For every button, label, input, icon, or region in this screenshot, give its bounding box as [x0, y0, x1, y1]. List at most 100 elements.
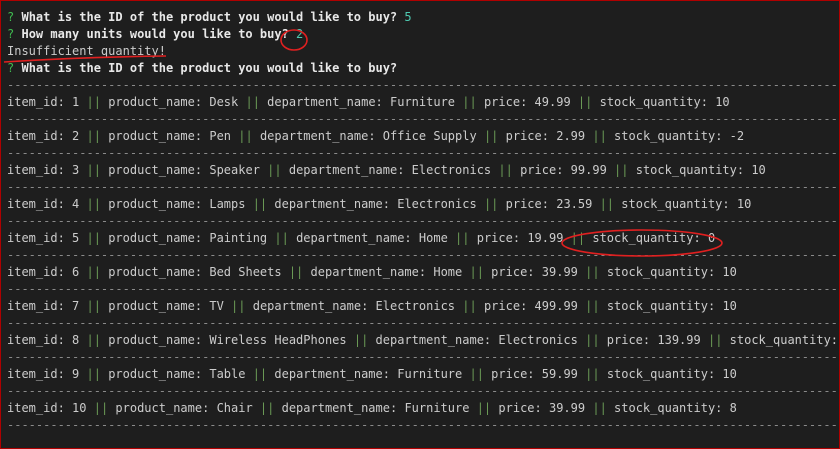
department-name-label: department_name:: [375, 333, 492, 347]
field-separator: ||: [585, 333, 600, 347]
separator-line: ----------------------------------------…: [7, 282, 839, 296]
product-name-value: Table: [209, 367, 246, 381]
item-id-label: item_id:: [7, 197, 65, 211]
field-separator: ||: [585, 299, 600, 313]
product-name-label: product_name:: [108, 197, 203, 211]
prompt-line-2: ? How many units would you like to buy? …: [7, 26, 839, 43]
separator-line: ----------------------------------------…: [7, 248, 839, 262]
department-name-label: department_name:: [288, 163, 405, 177]
separator-line: ----------------------------------------…: [7, 146, 839, 160]
stock-quantity-label: stock_quantity:: [729, 333, 839, 347]
terminal-window: ? What is the ID of the product you woul…: [0, 0, 840, 449]
separator-line: ----------------------------------------…: [7, 180, 839, 194]
stock-quantity-value: 8: [729, 401, 737, 415]
field-separator: ||: [577, 95, 593, 109]
department-name-label: department_name:: [274, 367, 390, 381]
product-name-value: Bed Sheets: [209, 265, 282, 279]
price-value: 99.99: [570, 163, 607, 177]
price-label: price:: [491, 367, 535, 381]
department-name-value: Electronics: [411, 163, 492, 177]
stock-quantity-value: 10: [722, 367, 737, 381]
product-name-value: Lamps: [209, 197, 246, 211]
field-separator: ||: [498, 163, 513, 177]
product-row: item_id: 2 || product_name: Pen || depar…: [7, 128, 839, 145]
price-value: 499.99: [534, 299, 578, 313]
field-separator: ||: [274, 231, 289, 245]
field-separator: ||: [476, 401, 492, 415]
prompt-mark: ?: [7, 27, 15, 41]
field-separator: ||: [252, 197, 268, 211]
department-name-value: Furniture: [397, 367, 463, 381]
item-id-value: 7: [72, 299, 80, 313]
field-separator: ||: [86, 265, 101, 279]
stock-quantity-label: stock_quantity:: [606, 299, 716, 313]
product-list: ----------------------------------------…: [7, 77, 839, 434]
prompt-question: What is the ID of the product you would …: [21, 61, 398, 75]
item-id-label: item_id:: [7, 333, 65, 347]
field-separator: ||: [469, 367, 484, 381]
field-separator: ||: [707, 333, 723, 347]
prompt-answer: 2: [296, 27, 304, 41]
department-name-value: Home: [433, 265, 463, 279]
department-name-label: department_name:: [310, 265, 427, 279]
price-value: 39.99: [541, 265, 578, 279]
stock-quantity-value: 10: [722, 299, 737, 313]
item-id-value: 6: [72, 265, 80, 279]
price-value: 39.99: [548, 401, 586, 415]
stock-quantity-label: stock_quantity:: [606, 367, 716, 381]
product-name-label: product_name:: [108, 231, 203, 245]
item-id-value: 8: [72, 333, 80, 347]
field-separator: ||: [592, 401, 607, 415]
price-value: 19.99: [527, 231, 564, 245]
item-id-value: 10: [72, 401, 87, 415]
field-separator: ||: [483, 129, 499, 143]
department-name-label: department_name:: [274, 197, 390, 211]
field-separator: ||: [570, 231, 586, 245]
product-row: item_id: 3 || product_name: Speaker || d…: [7, 162, 839, 179]
product-name-value: Wireless HeadPhones: [209, 333, 347, 347]
item-id-value: 1: [72, 95, 80, 109]
field-separator: ||: [585, 265, 600, 279]
field-separator: ||: [252, 367, 268, 381]
field-separator: ||: [86, 333, 101, 347]
product-name-value: Desk: [209, 95, 239, 109]
item-id-label: item_id:: [7, 299, 65, 313]
field-separator: ||: [86, 129, 101, 143]
separator-line: ----------------------------------------…: [7, 418, 839, 432]
stock-quantity-value: -2: [729, 129, 745, 143]
prompt-mark: ?: [7, 10, 15, 24]
item-id-value: 9: [72, 367, 80, 381]
department-name-value: Furniture: [390, 95, 456, 109]
field-separator: ||: [86, 197, 101, 211]
department-name-value: Electronics: [375, 299, 456, 313]
terminal-output: ? What is the ID of the product you woul…: [7, 9, 839, 434]
product-row: item_id: 7 || product_name: TV || depart…: [7, 298, 839, 315]
price-label: price:: [483, 95, 528, 109]
item-id-label: item_id:: [7, 367, 65, 381]
item-id-value: 5: [72, 231, 80, 245]
field-separator: ||: [259, 401, 275, 415]
department-name-value: Electronics: [498, 333, 578, 347]
department-name-value: Home: [418, 231, 448, 245]
separator-line: ----------------------------------------…: [7, 78, 839, 92]
separator-line: ----------------------------------------…: [7, 112, 839, 126]
department-name-value: Electronics: [397, 197, 477, 211]
price-label: price:: [491, 265, 535, 279]
price-value: 49.99: [534, 95, 571, 109]
department-name-label: department_name:: [281, 401, 398, 415]
department-name-value: Furniture: [404, 401, 470, 415]
price-label: price:: [498, 401, 542, 415]
field-separator: ||: [245, 95, 260, 109]
prompt-line-3[interactable]: ? What is the ID of the product you woul…: [7, 60, 839, 77]
product-name-value: Pen: [209, 129, 232, 143]
product-row: item_id: 6 || product_name: Bed Sheets |…: [7, 264, 839, 281]
prompt-answer: 5: [404, 10, 412, 24]
stock-quantity-label: stock_quantity:: [635, 163, 745, 177]
field-separator: ||: [86, 163, 101, 177]
product-row: item_id: 5 || product_name: Painting || …: [7, 230, 839, 247]
stock-quantity-label: stock_quantity:: [614, 401, 723, 415]
product-name-label: product_name:: [108, 95, 203, 109]
price-label: price:: [483, 299, 528, 313]
product-name-label: product_name:: [108, 333, 203, 347]
price-label: price:: [606, 333, 651, 347]
